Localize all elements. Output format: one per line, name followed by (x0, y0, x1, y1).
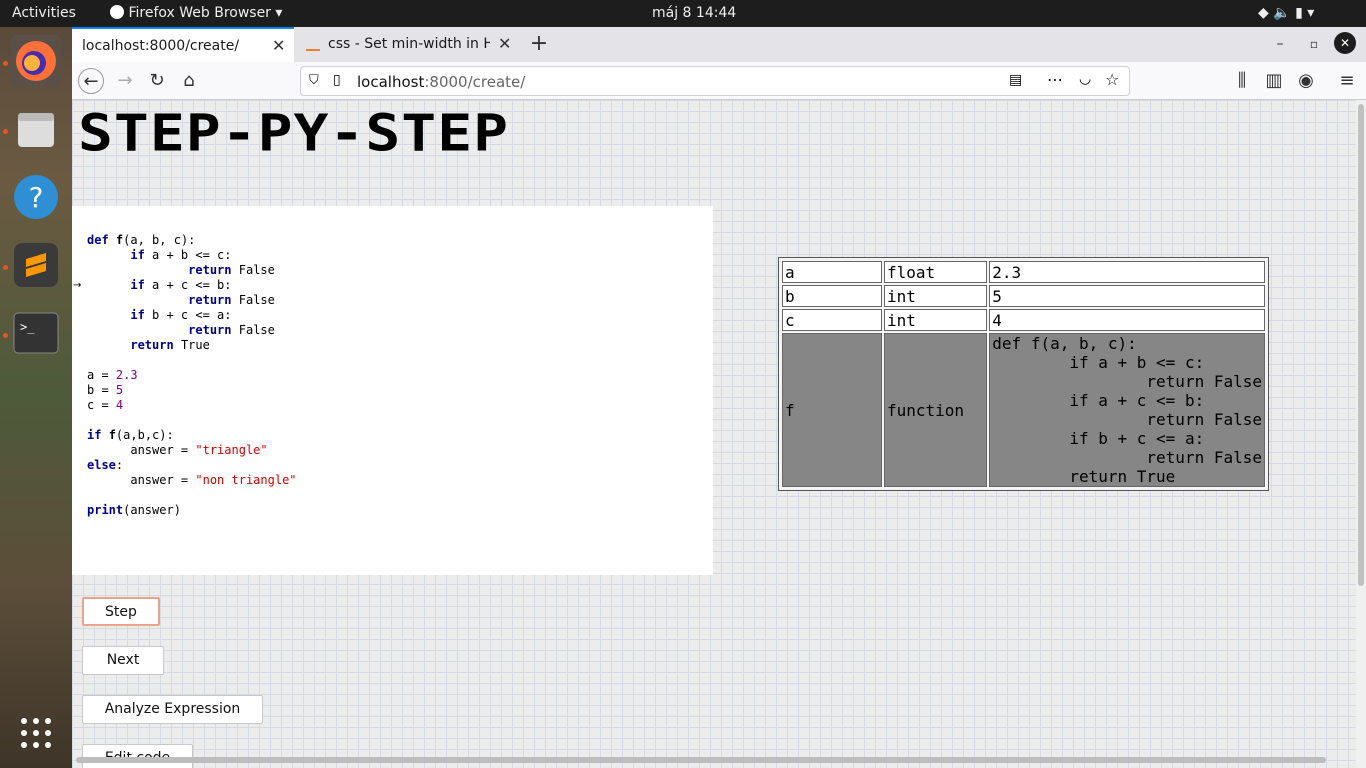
close-tab-icon[interactable]: ✕ (498, 34, 511, 53)
edit-code-button[interactable]: Edit code (82, 744, 193, 768)
tab-css[interactable]: css - Set min-width in HTM ✕ (296, 27, 518, 62)
step-button[interactable]: Step (82, 597, 160, 626)
tab-bar: localhost:8000/create/ ✕ css - Set min-w… (72, 27, 1366, 62)
tab-localhost[interactable]: localhost:8000/create/ ✕ (72, 27, 294, 62)
stackoverflow-icon (306, 37, 320, 51)
variable-row: b int 5 (782, 285, 1265, 307)
code-text[interactable]: def f(a, b, c): if a + b <= c: return Fa… (87, 233, 297, 518)
variable-row: a float 2.3 (782, 261, 1265, 283)
variable-value: 2.3 (989, 261, 1265, 283)
terminal-dock-icon[interactable]: >_ (10, 307, 62, 359)
bookmark-star-icon[interactable]: ☆ (1105, 70, 1119, 89)
reader-view-icon[interactable]: ▤ (1009, 72, 1022, 88)
variable-value: 5 (989, 285, 1265, 307)
next-button[interactable]: Next (82, 646, 164, 675)
help-dock-icon[interactable]: ? (10, 171, 62, 223)
variable-type: float (884, 261, 988, 283)
new-tab-icon[interactable]: + (526, 31, 552, 57)
variable-type: int (884, 309, 988, 331)
variable-type: int (884, 285, 988, 307)
tab-title: css - Set min-width in HTM (328, 36, 490, 52)
reload-icon[interactable]: ↻ (144, 68, 170, 94)
vertical-scrollbar[interactable] (1356, 100, 1366, 768)
app-menu[interactable]: Firefox Web Browser ▾ (110, 5, 282, 21)
sidebar-icon[interactable]: ▥ (1261, 68, 1287, 94)
pocket-icon[interactable]: ◡ (1079, 71, 1091, 87)
browser-window: localhost:8000/create/ ✕ css - Set min-w… (72, 27, 1366, 768)
app-name: Firefox Web Browser (128, 5, 271, 21)
page-content: STEP-PY-STEP → def f(a, b, c): if a + b … (72, 100, 1356, 768)
dock: ? >_ (0, 27, 72, 768)
menu-icon[interactable]: ≡ (1334, 68, 1360, 94)
url-text: localhost:8000/create/ (357, 73, 526, 91)
tab-title: localhost:8000/create/ (82, 38, 240, 54)
svg-text:?: ? (29, 181, 44, 214)
clock[interactable]: máj 8 14:44 (652, 5, 736, 21)
variable-row: c int 4 (782, 309, 1265, 331)
back-icon[interactable]: ← (78, 68, 104, 94)
variable-name: b (782, 285, 882, 307)
firefox-dock-icon[interactable] (10, 35, 62, 87)
scrollbar-thumb[interactable] (1358, 104, 1364, 586)
page-info-icon: ▯ (333, 72, 341, 88)
page-actions-icon[interactable]: ⋯ (1047, 70, 1063, 89)
code-editor[interactable]: → def f(a, b, c): if a + b <= c: return … (72, 206, 713, 575)
sublime-text-dock-icon[interactable] (10, 239, 62, 291)
horizontal-scrollbar[interactable] (76, 757, 1326, 763)
forward-icon[interactable]: → (112, 68, 138, 94)
current-line-arrow: → (73, 280, 82, 291)
firefox-icon (110, 5, 124, 19)
variable-name: f (782, 333, 882, 487)
navigation-bar: ← → ↻ ⌂ ⛉ ▯ localhost:8000/create/ ▤ ⋯ ◡… (72, 62, 1366, 100)
activities-button[interactable]: Activities (12, 5, 76, 21)
variable-row: f function def f(a, b, c): if a + b <= c… (782, 333, 1265, 487)
maximize-icon[interactable]: ▫ (1301, 31, 1327, 57)
variable-name: a (782, 261, 882, 283)
close-window-icon[interactable]: ✕ (1334, 32, 1356, 54)
library-icon[interactable]: ⫼ (1229, 68, 1255, 94)
site-logo: STEP-PY-STEP (78, 103, 510, 163)
url-bar[interactable]: ⛉ ▯ localhost:8000/create/ ▤ ⋯ ◡ ☆ (300, 66, 1130, 96)
system-top-bar: Activities Firefox Web Browser ▾ máj 8 1… (0, 0, 1366, 27)
svg-text:>_: >_ (20, 320, 35, 334)
shield-icon: ⛉ (309, 73, 319, 88)
files-dock-icon[interactable] (10, 103, 62, 155)
account-icon[interactable]: ◉ (1293, 68, 1319, 94)
analyze-expression-button[interactable]: Analyze Expression (82, 695, 263, 724)
minimize-icon[interactable]: – (1267, 31, 1293, 57)
show-applications-icon[interactable] (10, 707, 62, 759)
variables-table: a float 2.3 b int 5 c int 4 f function d… (778, 257, 1269, 491)
system-status-icons[interactable]: ◆ 🔈 ▮ ▾ (1258, 5, 1314, 21)
variable-value: def f(a, b, c): if a + b <= c: return Fa… (989, 333, 1265, 487)
close-tab-icon[interactable]: ✕ (272, 36, 285, 55)
variable-name: c (782, 309, 882, 331)
variable-type: function (884, 333, 988, 487)
variable-value: 4 (989, 309, 1265, 331)
home-icon[interactable]: ⌂ (176, 68, 202, 94)
